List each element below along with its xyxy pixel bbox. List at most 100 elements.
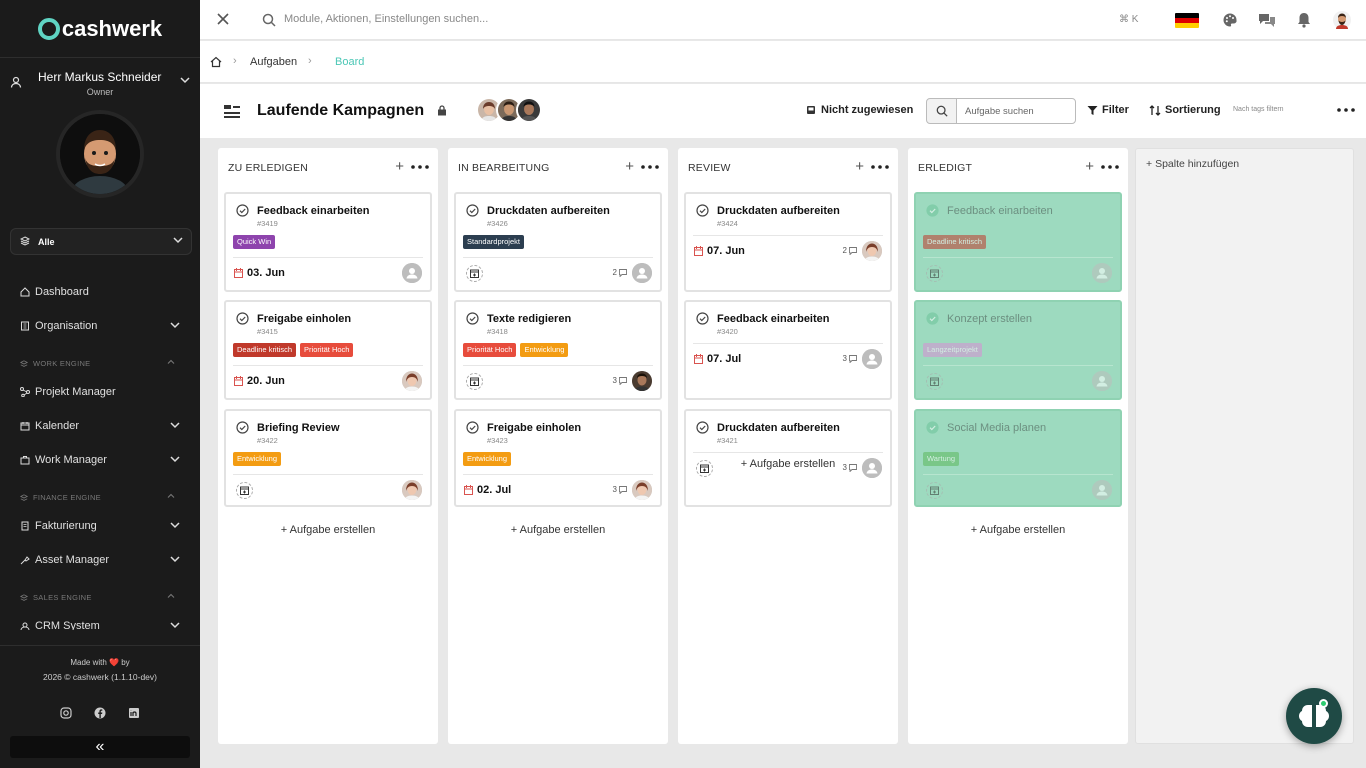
card-divider [233,474,423,475]
assistant-fab-button[interactable] [1286,688,1342,744]
instagram-icon[interactable] [60,707,72,719]
comment-count[interactable]: 2 [843,246,857,255]
sort-button[interactable]: Sortierung [1149,104,1221,116]
add-column-button[interactable]: + Spalte hinzufügen [1135,148,1354,744]
board-toggle-icon[interactable] [224,104,240,118]
task-card[interactable]: Feedback einarbeiten #3420 07. Jul 3 [684,300,892,400]
task-card[interactable]: Konzept erstellen Langzeitprojekt [914,300,1122,400]
bell-icon[interactable] [1297,12,1311,28]
sidebar-item-projekt-manager[interactable]: Projekt Manager [20,382,190,402]
section-finance-engine[interactable]: FINANCE ENGINE [20,493,180,502]
member-avatar[interactable] [516,97,542,123]
task-card[interactable]: Freigabe einholen #3415 Deadline kritisch P… [224,300,432,400]
check-circle-icon[interactable] [926,204,939,217]
check-circle-icon[interactable] [696,421,709,434]
assignee-avatar[interactable] [862,349,882,369]
brand-logo[interactable]: cashwerk [0,0,200,58]
task-card[interactable]: Briefing Review #3422 Entwicklung [224,409,432,507]
task-card[interactable]: Feedback einarbeiten #3419 Quick Win 03. Ju… [224,192,432,292]
assignee-avatar[interactable] [1092,263,1112,283]
add-card-button[interactable]: + [395,158,404,175]
global-search-input[interactable]: Module, Aktionen, Einstellungen suchen..… [284,13,488,25]
sidebar-item-work-manager[interactable]: Work Manager [20,450,190,470]
sidebar-item-crm-system[interactable]: CRM System [20,616,190,630]
set-due-date-button[interactable] [236,482,253,499]
set-due-date-button[interactable] [926,265,943,282]
add-task-button[interactable]: + Aufgabe erstellen [908,524,1128,536]
comment-count[interactable]: 3 [843,354,857,363]
collapse-sidebar-button[interactable]: « [10,736,190,758]
task-card[interactable]: Druckdaten aufbereiten #3424 07. Jun 2 [684,192,892,292]
close-icon[interactable] [216,12,230,26]
task-search-input[interactable] [956,98,1076,124]
assignee-avatar[interactable] [1092,480,1112,500]
check-circle-icon[interactable] [236,312,249,325]
add-card-button[interactable]: + [1085,158,1094,175]
user-menu[interactable]: Herr Markus Schneider Owner [0,70,200,100]
task-card[interactable]: Texte redigieren #3418 Priorität Hoch Entwi… [454,300,662,400]
assignee-avatar[interactable] [1092,371,1112,391]
palette-icon[interactable] [1222,12,1238,28]
sidebar-item-kalender[interactable]: Kalender [20,416,190,436]
home-icon[interactable] [210,56,222,68]
filter-button[interactable]: Filter [1087,104,1129,116]
section-sales-engine[interactable]: SALES ENGINE [20,593,180,602]
assignee-avatar[interactable] [402,480,422,500]
task-search-button[interactable] [926,98,957,124]
set-due-date-button[interactable] [926,482,943,499]
user-avatar[interactable] [60,114,140,194]
set-due-date-button[interactable] [466,373,483,390]
sidebar-item-fakturierung[interactable]: Fakturierung [20,516,190,536]
facebook-icon[interactable] [94,707,106,719]
sidebar-item-asset-manager[interactable]: Asset Manager [20,550,190,570]
set-due-date-button[interactable] [466,265,483,282]
more-options-icon[interactable] [411,165,429,169]
more-options-icon[interactable] [1101,165,1119,169]
task-card[interactable]: Social Media planen Wartung [914,409,1122,507]
assignee-avatar[interactable] [632,371,652,391]
sidebar-item-organisation[interactable]: Organisation [20,316,190,336]
add-card-button[interactable]: + [625,158,634,175]
add-task-button[interactable]: + Aufgabe erstellen [448,524,668,536]
comment-count[interactable]: 3 [613,485,627,494]
check-circle-icon[interactable] [466,421,479,434]
comment-count[interactable]: 3 [613,376,627,385]
assignee-avatar[interactable] [632,480,652,500]
check-circle-icon[interactable] [236,204,249,217]
assignee-avatar[interactable] [632,263,652,283]
tag-filter-input[interactable]: Nach tags filtern [1233,106,1284,113]
add-task-button[interactable]: + Aufgabe erstellen [678,458,898,470]
more-options-icon[interactable] [641,165,659,169]
comment-count[interactable]: 2 [613,268,627,277]
check-circle-icon[interactable] [466,312,479,325]
unassigned-filter-button[interactable]: Nicht zugewiesen [806,104,913,116]
check-circle-icon[interactable] [696,204,709,217]
profile-avatar[interactable] [1333,11,1351,29]
task-tags: Priorität Hoch Entwicklung [463,343,569,357]
scope-select[interactable]: Alle [10,228,192,255]
task-card[interactable]: Druckdaten aufbereiten #3426 Standardproje… [454,192,662,292]
more-options-icon[interactable] [871,165,889,169]
more-options-icon[interactable] [1337,108,1355,112]
task-card[interactable]: Freigabe einholen #3423 Entwicklung 02. Jul… [454,409,662,507]
check-circle-icon[interactable] [466,204,479,217]
breadcrumb-separator: › [233,55,237,67]
add-task-button[interactable]: + Aufgabe erstellen [218,524,438,536]
add-card-button[interactable]: + [855,158,864,175]
assignee-avatar[interactable] [862,241,882,261]
linkedin-icon[interactable] [128,707,140,719]
assignee-avatar[interactable] [402,371,422,391]
set-due-date-button[interactable] [926,373,943,390]
section-work-engine[interactable]: WORK ENGINE [20,359,180,368]
german-flag-icon[interactable] [1175,13,1199,28]
task-card[interactable]: Feedback einarbeiten Deadline kritisch [914,192,1122,292]
check-circle-icon[interactable] [926,312,939,325]
check-circle-icon[interactable] [926,421,939,434]
lock-icon[interactable] [437,105,447,116]
check-circle-icon[interactable] [236,421,249,434]
chat-icon[interactable] [1258,12,1276,28]
assignee-avatar[interactable] [402,263,422,283]
sidebar-item-dashboard[interactable]: Dashboard [20,282,190,302]
breadcrumb-item-aufgaben[interactable]: Aufgaben [250,56,297,68]
check-circle-icon[interactable] [696,312,709,325]
